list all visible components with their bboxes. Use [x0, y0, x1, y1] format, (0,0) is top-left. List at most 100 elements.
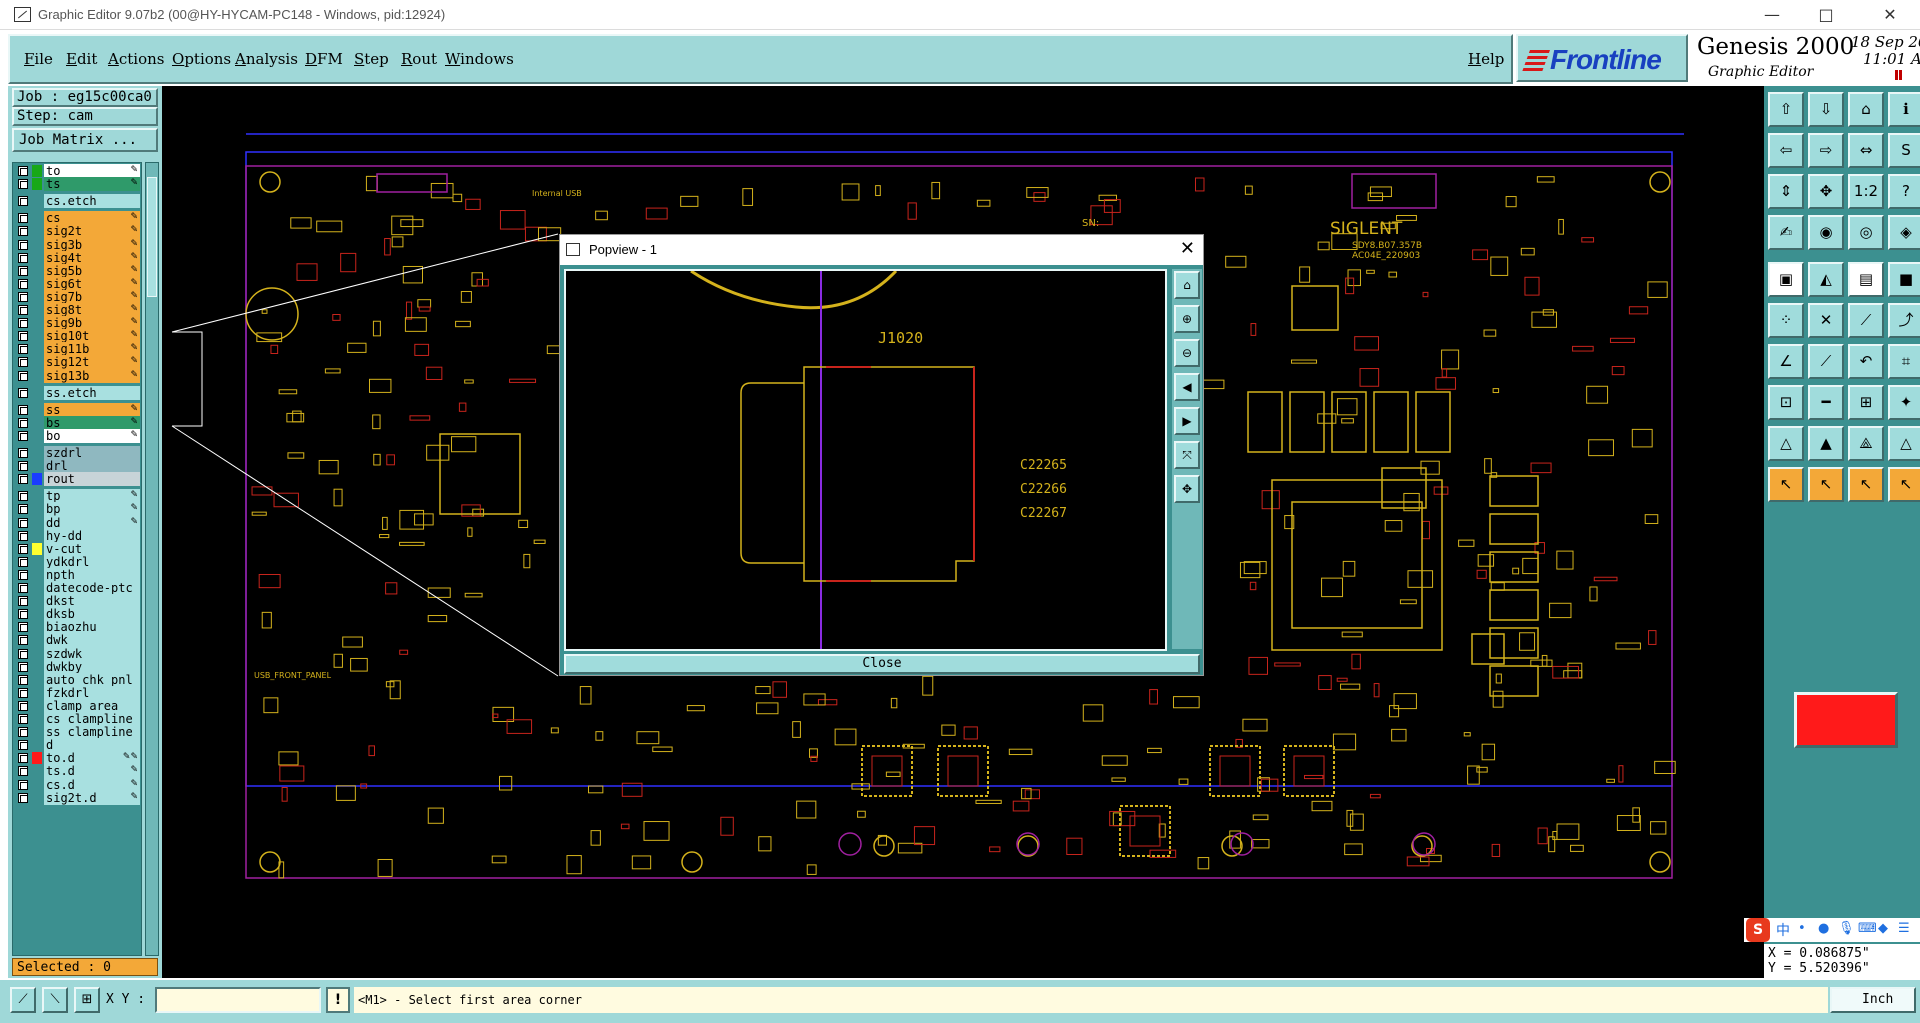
layer-name[interactable]: sig2t [44, 224, 140, 239]
grid-select-icon[interactable]: ⊞ [1848, 385, 1884, 420]
layer-row-dwk[interactable]: dwk [14, 633, 141, 648]
menu-step[interactable]: Step [354, 50, 389, 68]
layer-row-tp[interactable]: tp ✎ [14, 489, 141, 504]
layer-row-dd[interactable]: dd ✎ [14, 515, 141, 530]
zoom-in-icon[interactable]: ⊕ [1174, 305, 1200, 333]
s-shape-icon[interactable]: S [1888, 133, 1920, 168]
layer-name[interactable]: sig2t.d [44, 790, 140, 805]
layer-name[interactable]: dksb [44, 607, 140, 622]
layer-name[interactable]: dd [44, 515, 140, 530]
layer-checkbox[interactable] [18, 661, 28, 672]
copy-down-icon[interactable]: ⇩ [1808, 92, 1844, 127]
layer-row-szdrl[interactable]: szdrl [14, 446, 141, 460]
pause-icon[interactable] [1895, 70, 1902, 80]
layer-row-v-cut[interactable]: v-cut [14, 541, 141, 556]
pad-square-icon[interactable]: ■ [1888, 262, 1920, 297]
layer-row-sig3b[interactable]: sig3b ✎ [14, 237, 141, 252]
pad-select-icon[interactable]: ⊡ [1768, 385, 1804, 420]
skin-icon[interactable]: ◆ [1878, 921, 1894, 937]
warning-button[interactable]: ! [326, 987, 350, 1013]
arc-curl-icon[interactable]: ↶ [1848, 344, 1884, 379]
stretch-icon[interactable]: ⇕ [1768, 174, 1804, 209]
layer-checkbox[interactable] [18, 517, 28, 528]
popview-close-button[interactable]: Close [564, 654, 1200, 674]
layer-name[interactable]: sig6t [44, 276, 140, 291]
measure-tool-icon[interactable]: ⟍ [42, 987, 68, 1013]
layer-name[interactable]: bo [44, 428, 140, 443]
layer-checkbox[interactable] [18, 543, 28, 554]
layer-row-biaozhu[interactable]: biaozhu [14, 620, 141, 635]
close-window-button[interactable]: ✕ [1870, 4, 1910, 26]
layer-name[interactable]: ss_clampline [44, 725, 140, 740]
layer-name[interactable]: cs.etch [44, 194, 140, 209]
layer-name[interactable]: datecode-ptc [44, 581, 140, 595]
hand-pointer-icon[interactable]: ✍ [1768, 215, 1804, 250]
units-selector[interactable]: Inch [1830, 987, 1916, 1013]
layer-checkbox[interactable] [18, 648, 28, 659]
layer-row-to-d[interactable]: to.d ✎✎ [14, 751, 141, 766]
layer-checkbox[interactable] [18, 239, 28, 250]
popview-close-icon[interactable]: ✕ [1180, 238, 1195, 259]
circle-target-icon[interactable]: ◎ [1848, 215, 1884, 250]
layer-checkbox[interactable] [18, 370, 28, 381]
layer-checkbox[interactable] [18, 753, 28, 764]
layer-row-sig5b[interactable]: sig5b ✎ [14, 263, 141, 278]
layer-checkbox[interactable] [18, 727, 28, 738]
layer-checkbox[interactable] [18, 504, 28, 515]
layer-row-sig13b[interactable]: sig13b ✎ [14, 368, 141, 383]
layer-name[interactable]: cs.d [44, 777, 140, 792]
layer-checkbox[interactable] [18, 357, 28, 368]
layer-checkbox[interactable] [18, 404, 28, 415]
layer-row-clamp-area[interactable]: clamp_area [14, 698, 141, 713]
menu-options[interactable]: Options [172, 50, 231, 68]
layer-row-bs[interactable]: bs ✎ [14, 415, 141, 430]
snap-tool-icon[interactable]: ⟋ [10, 987, 36, 1013]
punct-icon[interactable]: • [1798, 921, 1814, 937]
home-icon[interactable]: ⌂ [1848, 92, 1884, 127]
layer-checkbox[interactable] [18, 491, 28, 502]
layer-row-ydkdrl[interactable]: ydkdrl [14, 554, 141, 569]
maximize-button[interactable]: □ [1806, 4, 1846, 26]
polygon-b-icon[interactable]: ▲ [1808, 426, 1844, 461]
layer-checkbox[interactable] [18, 179, 28, 190]
layer-checkbox[interactable] [18, 430, 28, 441]
layer-checkbox[interactable] [18, 417, 28, 428]
route-red-icon[interactable]: ⤴ [1888, 303, 1920, 338]
menu-windows[interactable]: Windows [445, 50, 514, 68]
layer-checkbox[interactable] [18, 792, 28, 803]
layer-row-sig2t-d[interactable]: sig2t.d ✎ [14, 790, 141, 805]
layer-checkbox[interactable] [18, 265, 28, 276]
layer-row-szdwk[interactable]: szdwk [14, 646, 141, 661]
move-all-icon[interactable]: ✥ [1808, 174, 1844, 209]
layer-checkbox[interactable] [18, 196, 28, 207]
layer-name[interactable]: cs [44, 211, 140, 226]
layer-row-sig6t[interactable]: sig6t ✎ [14, 276, 141, 291]
layer-checkbox[interactable] [18, 331, 28, 342]
layer-name[interactable]: sig10t [44, 329, 140, 344]
layer-row-cs[interactable]: cs ✎ [14, 211, 141, 226]
line-dot-icon[interactable]: ⟋ [1848, 303, 1884, 338]
layer-name[interactable]: ts [44, 177, 140, 192]
layer-row-sig10t[interactable]: sig10t ✎ [14, 329, 141, 344]
layer-checkbox[interactable] [18, 766, 28, 777]
layer-name[interactable]: to [44, 164, 140, 178]
layer-row-bp[interactable]: bp ✎ [14, 502, 141, 517]
layer-row-sig4t[interactable]: sig4t ✎ [14, 250, 141, 265]
ime-lang[interactable]: 中 [1776, 920, 1790, 940]
layer-name[interactable]: ydkdrl [44, 554, 140, 569]
layer-row-ts[interactable]: ts ✎ [14, 177, 141, 192]
layer-row-bo[interactable]: bo ✎ [14, 428, 141, 443]
diamond-select-icon[interactable]: ◈ [1888, 215, 1920, 250]
pointer-d-icon[interactable]: ↖ [1888, 467, 1920, 502]
job-matrix-button[interactable]: Job Matrix ... [12, 128, 158, 152]
layer-checkbox[interactable] [18, 556, 28, 567]
layer-row-hy-dd[interactable]: hy-dd [14, 528, 141, 543]
layer-row-dkst[interactable]: dkst [14, 594, 141, 609]
layer-row-sig9b[interactable]: sig9b ✎ [14, 316, 141, 331]
layer-checkbox[interactable] [18, 213, 28, 224]
minimize-button[interactable]: — [1752, 4, 1792, 26]
layer-row-ss-etch[interactable]: ss.etch [14, 385, 141, 400]
layer-checkbox[interactable] [18, 166, 28, 176]
layer-color-swatch[interactable] [32, 178, 42, 191]
menu-icon[interactable]: ☰ [1898, 921, 1914, 937]
